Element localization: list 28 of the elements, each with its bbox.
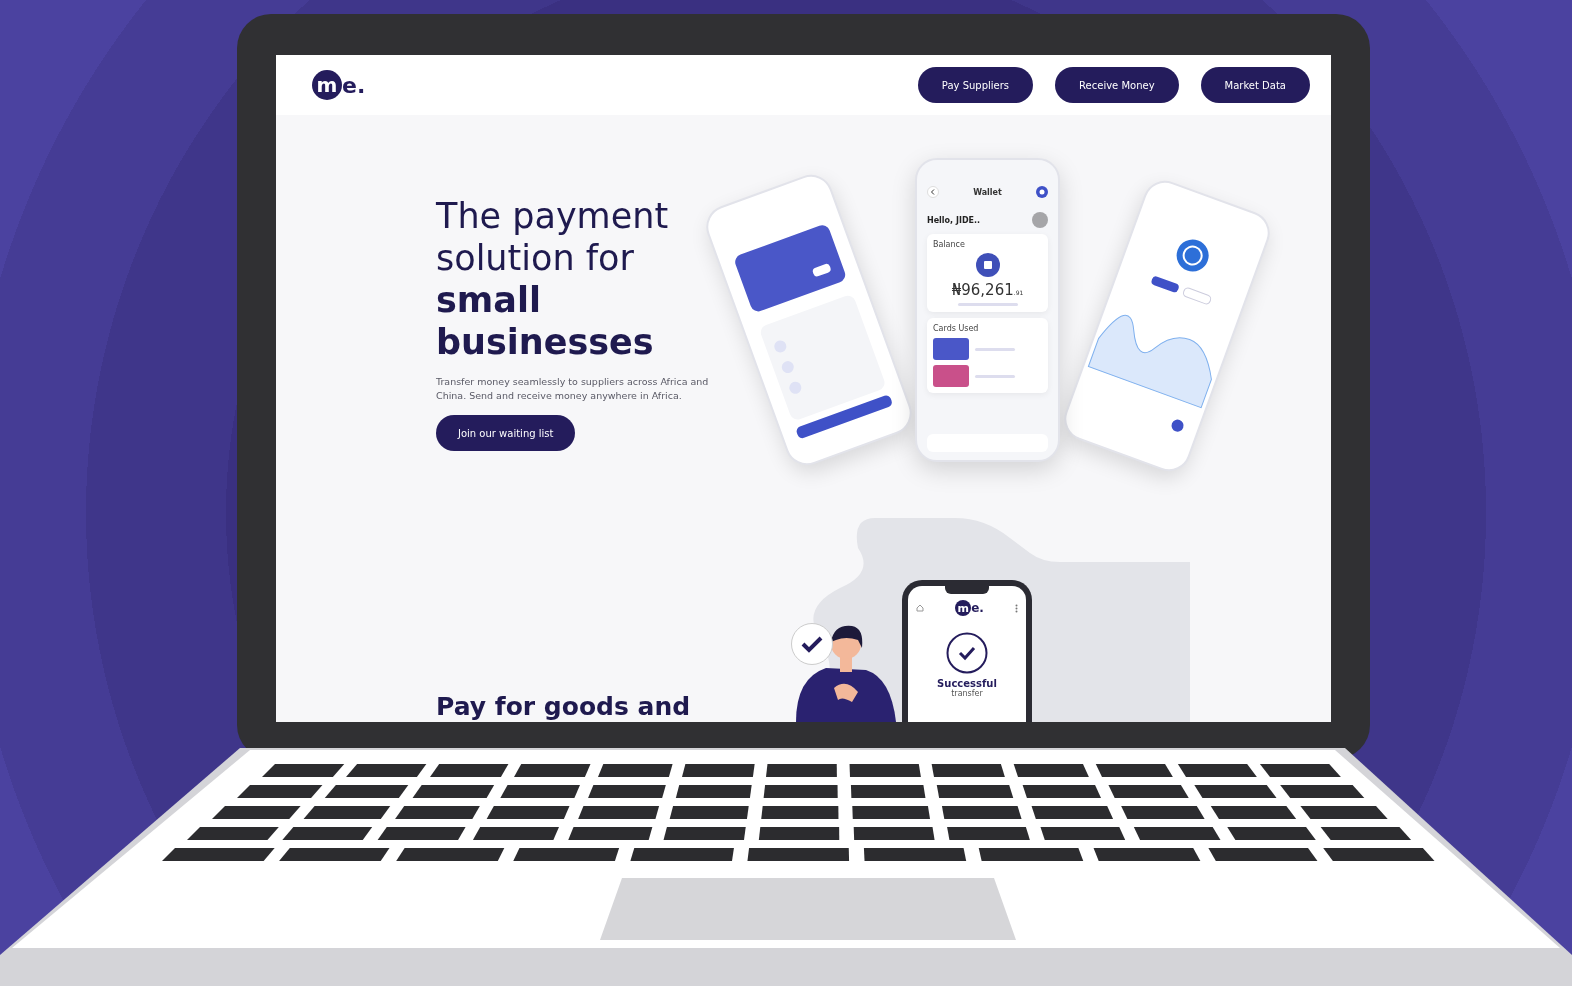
nav-button[interactable]: Market Data: [1200, 67, 1310, 103]
card-thumbnail: [933, 365, 969, 387]
nav-button[interactable]: Pay Suppliers: [917, 67, 1034, 103]
waiting-list-button[interactable]: Join our waiting list: [436, 415, 576, 451]
nav-button[interactable]: Receive Money: [1055, 67, 1179, 103]
more-icon: [1015, 603, 1018, 613]
settings-icon: [1036, 186, 1048, 198]
balance-label: Balance: [933, 240, 965, 249]
phone-notch: [945, 585, 989, 594]
home-icon: [916, 604, 924, 612]
card-thumbnail: [933, 338, 969, 360]
hero-heading: The payment solution for small businesses: [436, 195, 670, 363]
avatar: [1032, 212, 1048, 228]
success-message: Successful: [937, 678, 997, 689]
section-heading: Pay for goods and: [436, 692, 691, 721]
check-circle-icon: [946, 632, 988, 674]
placeholder-line: [957, 303, 1018, 306]
app-title: Wallet: [973, 187, 1002, 197]
check-bubble-icon: [790, 622, 834, 666]
hero-description: Transfer money seamlessly to suppliers across Africa and China. Send and receive money anywhere in Africa.: [436, 375, 710, 403]
placeholder-line: [975, 347, 1015, 351]
greeting: Hello, JIDE..: [927, 215, 981, 225]
cards-label: Cards Used: [933, 324, 979, 333]
phone-logo: m e.: [955, 600, 984, 616]
back-icon: [927, 186, 939, 198]
success-detail: transfer: [951, 689, 983, 698]
placeholder-line: [975, 374, 1015, 378]
wallet-icon: [975, 253, 1000, 277]
